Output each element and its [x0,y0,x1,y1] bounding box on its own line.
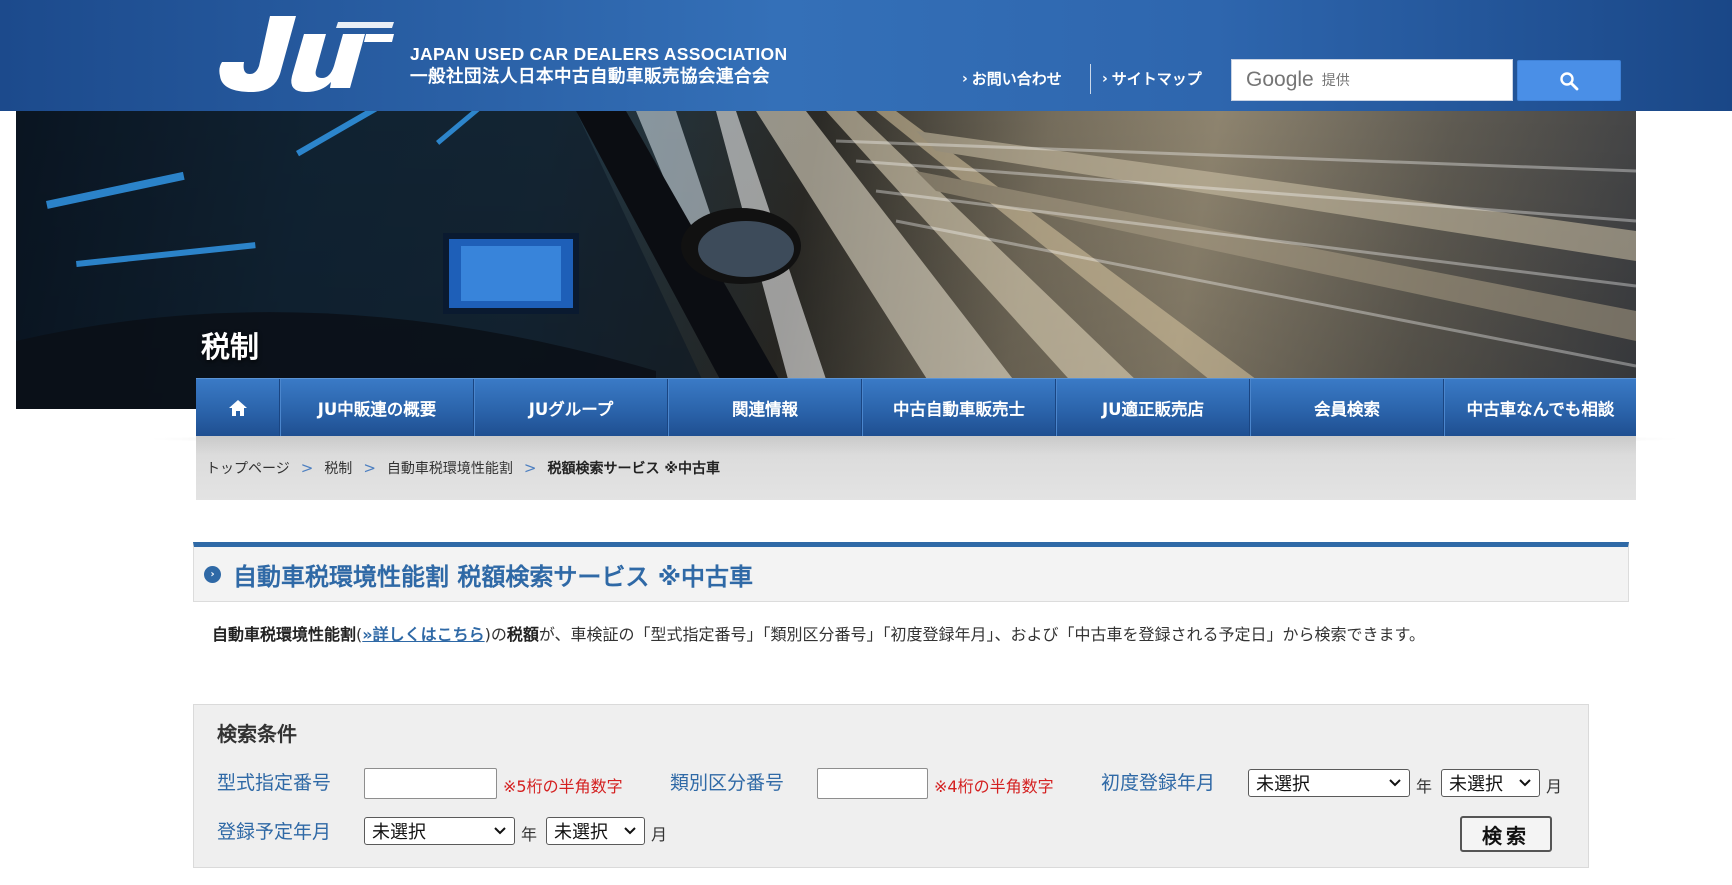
class-code-label: 類別区分番号 [670,772,785,794]
search-panel-title: 検索条件 [217,722,297,746]
breadcrumb-top[interactable]: トップページ [206,458,290,478]
first-reg-month-unit: 月 [1546,777,1563,796]
model-code-input[interactable] [364,768,497,799]
home-icon [228,400,247,416]
search-icon [1560,71,1579,90]
desc-paren-close: )の [484,625,507,644]
contact-link[interactable]: › お問い合わせ [962,68,1062,89]
site-search-input[interactable]: Google 提供 [1231,59,1513,101]
dropdown-caret-icon [1519,779,1531,787]
nav-group-label: JUグループ [528,400,614,419]
planned-reg-year-select[interactable]: 未選択 [364,817,515,845]
ju-logo[interactable] [218,14,394,94]
google-brand: Google [1246,68,1314,91]
dropdown-caret-icon [624,827,636,835]
nav-consultation[interactable]: 中古車なんでも相談 [1444,379,1636,437]
dropdown-caret-icon [494,827,506,835]
nav-sales-specialist-label: 中古自動車販売士 [893,400,1025,419]
nav-about-label: JU中販連の概要 [317,400,437,419]
site-header: JAPAN USED CAR DEALERS ASSOCIATION 一般社団法… [0,0,1732,111]
google-brand-sub: 提供 [1321,73,1350,89]
org-name-en: JAPAN USED CAR DEALERS ASSOCIATION [410,44,788,64]
nav-member-search[interactable]: 会員検索 [1250,379,1444,437]
description: 自動車税環境性能割(»詳しくはこちら)の税額が、車検証の「型式指定番号」「類別区… [212,620,1592,649]
site-search-button[interactable] [1517,60,1621,101]
breadcrumb-separator: > [363,459,376,477]
sitemap-link-label: サイトマップ [1111,70,1202,88]
nav-proper-dealer-label: JU適正販売店 [1101,400,1205,419]
org-name-ja: 一般社団法人日本中古自動車販売協会連合会 [410,67,770,87]
first-reg-label: 初度登録年月 [1101,772,1216,794]
planned-reg-month-value: 未選択 [554,822,608,843]
dropdown-caret-icon [1389,779,1401,787]
planned-reg-year-value: 未選択 [372,822,426,843]
planned-reg-month-select[interactable]: 未選択 [546,817,645,845]
nav-consultation-label: 中古車なんでも相談 [1466,400,1615,419]
nav-group[interactable]: JUグループ [474,379,668,437]
desc-rest: が、車検証の「型式指定番号」「類別区分番号」「初度登録年月」、および「中古車を登… [538,625,1425,644]
hero-banner: 税制 [16,111,1636,409]
breadcrumb-env-tax[interactable]: 自動車税環境性能割 [387,458,513,478]
class-code-input[interactable] [817,768,928,799]
model-code-label: 型式指定番号 [217,772,332,794]
header-divider [1090,64,1091,94]
sitemap-link[interactable]: › サイトマップ [1102,68,1202,89]
planned-reg-month-unit: 月 [651,825,668,844]
planned-reg-year-unit: 年 [521,825,538,844]
nav-related-info-label: 関連情報 [732,400,798,419]
nav-about[interactable]: JU中販連の概要 [280,379,474,437]
breadcrumb-separator: > [300,459,314,477]
contact-link-label: お問い合わせ [971,70,1062,88]
nav-related-info[interactable]: 関連情報 [668,379,862,437]
breadcrumb-current: 税額検索サービス ※中古車 [547,461,720,477]
class-code-note: ※4桁の半角数字 [934,777,1054,796]
nav-member-search-label: 会員検索 [1314,400,1380,419]
first-reg-year-select[interactable]: 未選択 [1248,769,1410,797]
first-reg-year-value: 未選択 [1256,774,1310,795]
first-reg-year-unit: 年 [1416,777,1433,796]
breadcrumb: トップページ > 税制 > 自動車税環境性能割 > 税額検索サービス ※中古車 [196,436,1636,500]
details-link[interactable]: »詳しくはこちら [362,625,484,644]
nav-sales-specialist[interactable]: 中古自動車販売士 [862,379,1056,437]
desc-tax-amount: 税額 [506,625,539,644]
circle-chevron-icon: › [204,565,221,583]
nav-home[interactable] [196,379,280,437]
breadcrumb-tax[interactable]: 税制 [324,458,352,478]
search-submit-button[interactable]: 検索 [1460,816,1552,852]
section-heading: › 自動車税環境性能割 税額検索サービス ※中古車 [193,542,1629,602]
first-reg-month-value: 未選択 [1449,774,1503,795]
first-reg-month-select[interactable]: 未選択 [1441,769,1540,797]
hero-title: 税制 [201,330,260,364]
search-panel: 検索条件 型式指定番号 ※5桁の半角数字 類別区分番号 ※4桁の半角数字 初度登… [193,704,1589,868]
breadcrumb-separator: > [523,459,537,477]
desc-term: 自動車税環境性能割 [212,625,357,644]
global-nav: JU中販連の概要 JUグループ 関連情報 中古自動車販売士 JU適正販売店 会員… [196,378,1636,437]
logo-text: JAPAN USED CAR DEALERS ASSOCIATION 一般社団法… [410,43,787,89]
chevron-right-icon: › [962,70,968,87]
planned-reg-label: 登録予定年月 [217,821,332,843]
model-code-note: ※5桁の半角数字 [503,777,623,796]
nav-proper-dealer[interactable]: JU適正販売店 [1056,379,1250,437]
chevron-right-icon: › [1102,70,1108,87]
page-title: 自動車税環境性能割 税額検索サービス ※中古車 [233,562,754,591]
